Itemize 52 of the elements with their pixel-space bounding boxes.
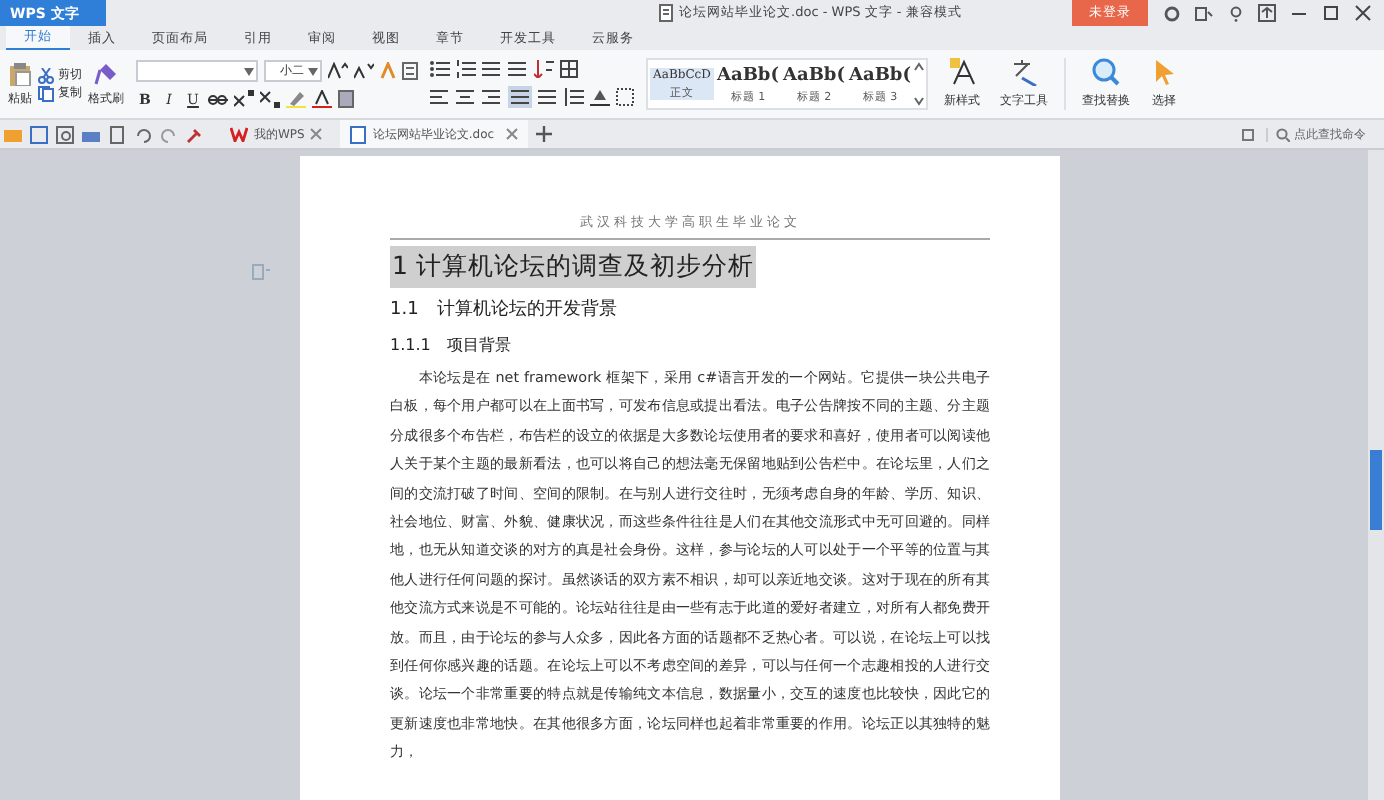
numbered-list-icon[interactable] [456, 60, 476, 78]
strikethrough-icon[interactable] [208, 90, 228, 108]
align-left-icon[interactable] [430, 88, 450, 106]
increase-indent-icon[interactable] [508, 60, 528, 78]
align-right-icon[interactable] [482, 88, 502, 106]
distribute-icon[interactable] [538, 88, 558, 106]
new-tab-icon[interactable] [536, 126, 553, 142]
cursor-icon [1150, 58, 1178, 86]
save-icon[interactable] [30, 125, 48, 143]
letter-a-icon [948, 58, 976, 86]
dropdown-caret-icon [308, 67, 318, 75]
paragraph-marker-icon[interactable] [252, 264, 270, 280]
print-preview-icon[interactable] [56, 125, 74, 143]
heading: 1 计算机论坛的调查及初步分析 [390, 246, 756, 288]
superscript-icon[interactable] [234, 90, 254, 108]
copy-icon [38, 85, 54, 101]
scissors-icon [38, 67, 54, 83]
font-name-field[interactable] [136, 60, 258, 82]
wps-logo-icon [230, 126, 248, 142]
scrollbar[interactable] [1368, 150, 1384, 800]
clipboard-icon [8, 61, 32, 85]
border-icon[interactable] [616, 88, 634, 106]
shading-icon[interactable] [338, 90, 354, 108]
justify-icon[interactable] [508, 86, 532, 108]
shrink-font-icon[interactable] [354, 62, 374, 80]
decrease-indent-icon[interactable] [482, 60, 502, 78]
bullet-list-icon[interactable] [430, 60, 450, 78]
font-color-icon[interactable] [312, 90, 332, 108]
layout-icon[interactable] [1242, 126, 1258, 142]
align-center-icon[interactable] [456, 88, 476, 106]
search-icon [1276, 127, 1290, 141]
document-icon [350, 125, 367, 143]
sort-icon[interactable] [534, 60, 554, 78]
line-spacing-icon[interactable] [564, 88, 584, 106]
table-icon[interactable] [560, 60, 578, 78]
page-icon[interactable] [108, 125, 126, 143]
grow-font-icon[interactable] [328, 62, 348, 80]
document-icon [657, 4, 674, 22]
brush-icon [94, 61, 118, 85]
close-icon[interactable] [1354, 4, 1372, 22]
restore-layout-icon[interactable] [1258, 4, 1276, 22]
gallery-scroll-icon[interactable] [914, 62, 924, 106]
fill-color-icon[interactable] [590, 88, 610, 106]
search-icon [1092, 58, 1120, 86]
text-tool-icon [1010, 58, 1038, 86]
skin-icon[interactable] [1164, 5, 1180, 21]
heading: 1.1 计算机论坛的开发背景 [390, 297, 619, 322]
dropdown-caret-icon [244, 67, 254, 75]
maximize-icon[interactable] [1322, 4, 1340, 22]
undo-icon[interactable] [134, 125, 152, 143]
subscript-icon[interactable] [260, 90, 280, 108]
heading: 1.1.1 项目背景 [390, 334, 513, 356]
